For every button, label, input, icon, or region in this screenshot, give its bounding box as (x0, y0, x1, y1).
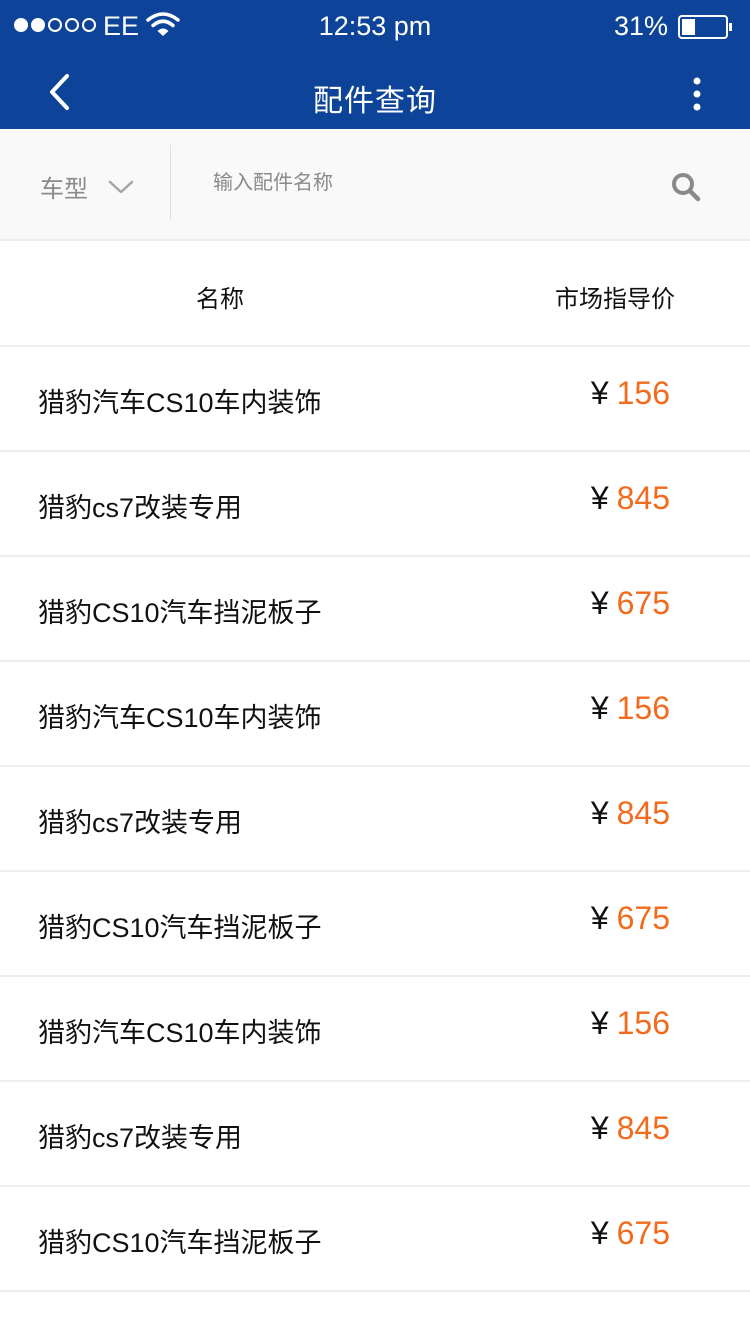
table-row[interactable]: 猎豹cs7改装专用 ¥845 (0, 452, 750, 557)
part-name: 猎豹CS10汽车挡泥板子 (38, 598, 322, 628)
part-price: ¥675 (591, 900, 670, 937)
currency-symbol: ¥ (590, 1215, 609, 1251)
search-bar: 车型 (0, 129, 750, 241)
price-amount: 845 (616, 480, 670, 516)
currency-symbol: ¥ (590, 1005, 609, 1041)
currency-symbol: ¥ (590, 795, 609, 831)
table-row[interactable]: 猎豹CS10汽车挡泥板子 ¥675 (0, 872, 750, 977)
column-header-price: 市场指导价 (555, 286, 675, 313)
battery-icon (678, 15, 732, 39)
price-amount: 675 (616, 1215, 670, 1251)
parts-list: 猎豹汽车CS10车内装饰 ¥156 猎豹cs7改装专用 ¥845 猎豹CS10汽… (0, 347, 750, 1292)
part-price: ¥156 (591, 375, 670, 412)
part-price: ¥675 (591, 1215, 670, 1252)
table-row[interactable]: 猎豹cs7改装专用 ¥845 (0, 1082, 750, 1187)
table-row[interactable]: 猎豹cs7改装专用 ¥845 (0, 767, 750, 872)
part-name: 猎豹cs7改装专用 (38, 808, 243, 838)
part-price: ¥156 (591, 1005, 670, 1042)
part-name: 猎豹汽车CS10车内装饰 (38, 1018, 322, 1048)
chevron-down-icon (108, 180, 134, 193)
status-bar: EE 12:53 pm 31% (0, 0, 750, 54)
part-name: 猎豹CS10汽车挡泥板子 (38, 913, 322, 943)
table-row[interactable]: 猎豹汽车CS10车内装饰 ¥156 (0, 977, 750, 1082)
price-amount: 845 (616, 1110, 670, 1146)
page-title: 配件查询 (313, 85, 437, 118)
currency-symbol: ¥ (590, 690, 609, 726)
search-divider (170, 145, 171, 220)
navigation-bar: 配件查询 (0, 54, 750, 129)
part-price: ¥845 (591, 480, 670, 517)
table-header: 名称 市场指导价 (0, 241, 750, 347)
part-name: 猎豹cs7改装专用 (38, 1123, 243, 1153)
part-name: 猎豹汽车CS10车内装饰 (38, 703, 322, 733)
table-row[interactable]: 猎豹CS10汽车挡泥板子 ¥675 (0, 557, 750, 662)
car-model-label: 车型 (40, 176, 88, 203)
part-name: 猎豹汽车CS10车内装饰 (38, 388, 322, 418)
price-amount: 156 (616, 690, 670, 726)
part-name: 猎豹CS10汽车挡泥板子 (38, 1228, 322, 1258)
part-name: 猎豹cs7改装专用 (38, 493, 243, 523)
currency-symbol: ¥ (590, 585, 609, 621)
battery-percentage: 31% (614, 11, 669, 41)
table-row[interactable]: 猎豹汽车CS10车内装饰 ¥156 (0, 347, 750, 452)
search-icon[interactable] (670, 171, 702, 203)
part-price: ¥675 (591, 585, 670, 622)
currency-symbol: ¥ (590, 480, 609, 516)
part-price: ¥156 (591, 690, 670, 727)
more-options-icon[interactable] (682, 74, 712, 114)
table-row[interactable]: 猎豹CS10汽车挡泥板子 ¥675 (0, 1187, 750, 1292)
car-model-dropdown[interactable]: 车型 (40, 169, 134, 204)
price-amount: 156 (616, 1005, 670, 1041)
part-price: ¥845 (591, 795, 670, 832)
price-amount: 845 (616, 795, 670, 831)
part-price: ¥845 (591, 1110, 670, 1147)
part-name-search-input[interactable] (213, 163, 633, 203)
price-amount: 675 (616, 585, 670, 621)
price-amount: 156 (616, 375, 670, 411)
column-header-name: 名称 (196, 286, 244, 313)
currency-symbol: ¥ (590, 375, 609, 411)
table-row[interactable]: 猎豹汽车CS10车内装饰 ¥156 (0, 662, 750, 767)
app-header: EE 12:53 pm 31% 配件查询 (0, 0, 750, 129)
price-amount: 675 (616, 900, 670, 936)
currency-symbol: ¥ (590, 900, 609, 936)
currency-symbol: ¥ (590, 1110, 609, 1146)
